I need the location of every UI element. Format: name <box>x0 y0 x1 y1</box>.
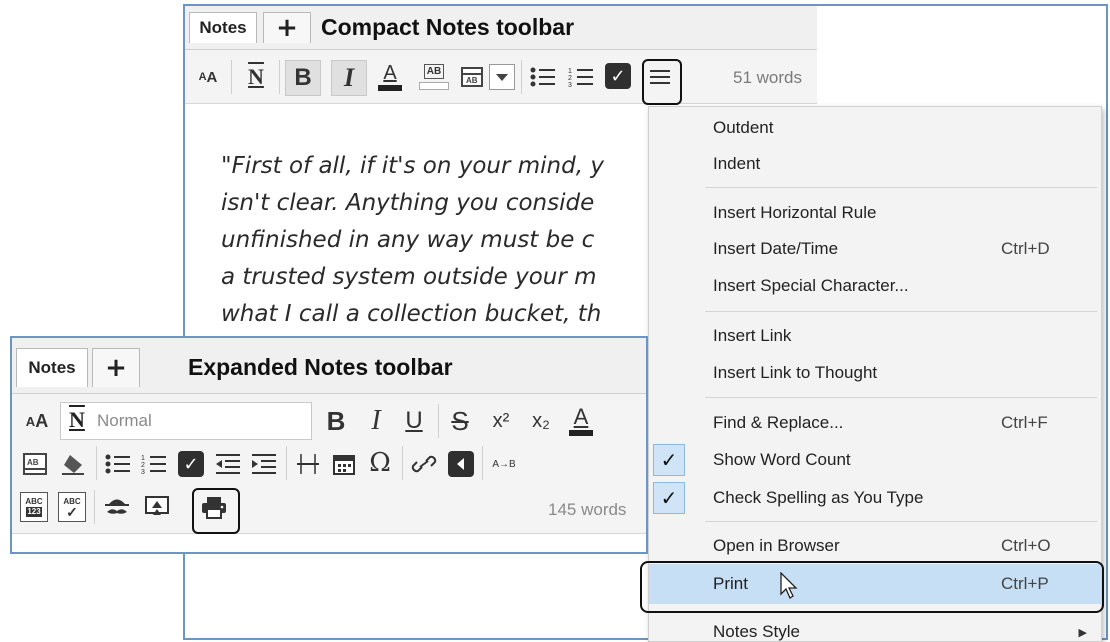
svg-text:3: 3 <box>141 469 145 475</box>
svg-text:2: 2 <box>568 75 572 82</box>
menu-separator <box>705 397 1097 398</box>
svg-text:AB: AB <box>466 76 478 85</box>
bold-button[interactable]: B <box>320 404 352 438</box>
present-icon[interactable] <box>140 490 174 524</box>
eraser-icon[interactable] <box>56 448 90 480</box>
tab-notes[interactable]: Notes <box>189 12 257 43</box>
body-line: a trusted system outside your m <box>221 264 597 290</box>
highlight-icon[interactable]: AB <box>417 60 451 94</box>
menu-separator <box>705 521 1097 522</box>
menu-item-outdent[interactable]: Outdent <box>649 109 1101 147</box>
menu-item-insert-date-time[interactable]: Insert Date/Time Ctrl+D <box>649 230 1101 268</box>
subscript-button[interactable]: x₂ <box>524 404 558 438</box>
print-item-highlight <box>640 561 1104 613</box>
style-value: Normal <box>97 411 152 430</box>
check-icon: ✓ <box>653 482 685 514</box>
strikethrough-button[interactable]: S <box>444 404 476 438</box>
menu-separator <box>705 187 1097 188</box>
compact-tab-bar: Notes + Compact Notes toolbar <box>185 6 817 50</box>
check-icon: ✓ <box>653 444 685 476</box>
word-count: 145 words <box>548 500 627 519</box>
italic-button[interactable]: I <box>360 404 392 438</box>
menu-item-show-word-count[interactable]: ✓ Show Word Count <box>649 441 1101 479</box>
superscript-button[interactable]: x² <box>484 404 518 438</box>
style-select[interactable]: N Normal <box>60 402 312 440</box>
menu-button-highlight <box>642 59 682 105</box>
menu-item-insert-link[interactable]: Insert Link <box>649 317 1101 355</box>
menu-item-insert-horizontal-rule[interactable]: Insert Horizontal Rule <box>649 194 1101 232</box>
expanded-toolbar: AA N Normal B I U S x² x₂ A AB 123 ✓ Ω A… <box>12 394 646 534</box>
compact-toolbar: AA N B I A AB AB 123 ✓ 51 words <box>185 50 817 104</box>
submenu-arrow-icon: ▶ <box>1078 626 1087 639</box>
body-line: unfinished in any way must be c <box>221 227 595 253</box>
menu-item-check-spelling[interactable]: ✓ Check Spelling as You Type <box>649 479 1101 517</box>
outdent-icon[interactable] <box>212 448 244 480</box>
font-size-icon[interactable]: AA <box>18 406 56 436</box>
svg-text:1: 1 <box>568 68 572 75</box>
thought-link-icon[interactable] <box>448 451 474 477</box>
sort-icon[interactable]: A→B <box>488 446 520 482</box>
expanded-notes-window: Notes + Expanded Notes toolbar AA N Norm… <box>10 336 648 554</box>
numbered-list-icon[interactable]: 123 <box>138 448 170 480</box>
body-line: isn't clear. Anything you conside <box>221 190 595 216</box>
tab-notes[interactable]: Notes <box>16 348 88 387</box>
underline-button[interactable]: U <box>398 404 430 438</box>
text-color-icon[interactable]: A <box>564 402 598 440</box>
compact-toolbar-caption: Compact Notes toolbar <box>321 14 575 40</box>
horizontal-rule-icon[interactable] <box>292 448 324 480</box>
spell-check-icon[interactable]: ABC ✓ <box>56 490 88 524</box>
menu-item-insert-link-to-thought[interactable]: Insert Link to Thought <box>649 354 1101 392</box>
add-tab-button[interactable]: + <box>92 348 140 387</box>
body-line: what I call a collection bucket, th <box>221 301 602 327</box>
style-icon: N <box>69 407 85 432</box>
svg-text:2: 2 <box>141 462 145 469</box>
svg-text:1: 1 <box>141 455 145 462</box>
checkbox-icon[interactable]: ✓ <box>605 63 631 89</box>
numbered-list-icon[interactable]: 123 <box>565 62 597 92</box>
menu-separator <box>705 311 1097 312</box>
highlight-icon[interactable]: AB <box>18 448 52 480</box>
font-size-icon[interactable]: AA <box>191 62 225 92</box>
style-icon[interactable]: N <box>239 62 273 92</box>
menu-item-open-in-browser[interactable]: Open in Browser Ctrl+O <box>649 527 1101 565</box>
disguise-icon[interactable] <box>100 490 134 524</box>
link-icon[interactable] <box>408 448 440 480</box>
add-tab-button[interactable]: + <box>263 12 311 43</box>
chevron-down-icon[interactable] <box>489 64 515 90</box>
word-count: 51 words <box>733 68 802 87</box>
menu-item-find-replace[interactable]: Find & Replace... Ctrl+F <box>649 404 1101 442</box>
text-color-icon[interactable]: A <box>375 60 405 94</box>
bullet-list-icon[interactable] <box>102 448 134 480</box>
spell-check-numbers-icon[interactable]: ABC 123 <box>18 490 50 524</box>
svg-text:3: 3 <box>568 82 572 88</box>
calendar-icon[interactable] <box>328 448 360 480</box>
bold-button[interactable]: B <box>285 60 321 96</box>
menu-item-notes-style[interactable]: Notes Style ▶ <box>649 613 1101 641</box>
italic-button[interactable]: I <box>331 60 367 96</box>
body-line: "First of all, if it's on your mind, y <box>221 153 604 179</box>
menu-item-indent[interactable]: Indent <box>649 145 1101 183</box>
svg-text:AB: AB <box>27 458 39 467</box>
expanded-tab-bar: Notes + Expanded Notes toolbar <box>12 338 646 394</box>
table-icon[interactable]: AB <box>457 62 487 92</box>
bullet-list-icon[interactable] <box>527 62 559 92</box>
menu-item-insert-special-character[interactable]: Insert Special Character... <box>649 267 1101 305</box>
indent-icon[interactable] <box>248 448 280 480</box>
print-button-highlight <box>192 488 240 534</box>
checkbox-icon[interactable]: ✓ <box>178 451 204 477</box>
expanded-toolbar-caption: Expanded Notes toolbar <box>188 354 453 380</box>
omega-icon[interactable]: Ω <box>364 446 396 480</box>
